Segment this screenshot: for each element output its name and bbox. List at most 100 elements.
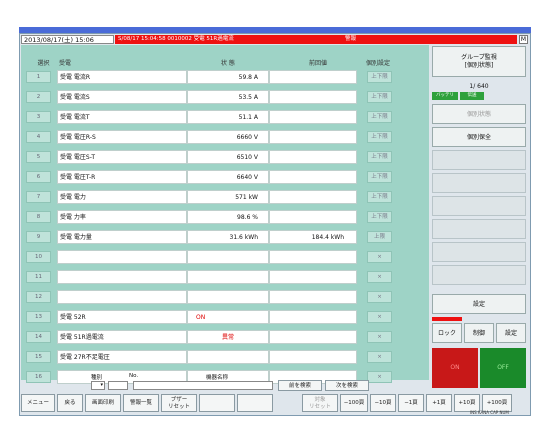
blank-slot (432, 242, 526, 262)
monitor-window: 2013/08/17(土) 15:06 S/08/17 15:04:58 001… (19, 33, 531, 416)
group-monitor-title[interactable]: グループ監視 [個別状態] (432, 46, 526, 77)
device-name-label: 機器名称 (206, 375, 229, 381)
type-select[interactable]: ▾ (91, 381, 105, 390)
table-row: 9 受電 電力量 31.6 kWh 184.4 kWh 上限 (26, 230, 429, 244)
select-button[interactable]: 3 (26, 111, 51, 123)
menu-button[interactable]: メニュー (21, 394, 55, 412)
individual-setting-button[interactable]: × (367, 271, 392, 283)
cell-name: 受電 力率 (57, 210, 187, 224)
cell-state: 6640 V (187, 170, 269, 184)
blank-button[interactable] (199, 394, 235, 412)
select-button[interactable]: 4 (26, 131, 51, 143)
cell-name: 受電 電流S (57, 90, 187, 104)
select-button[interactable]: 6 (26, 171, 51, 183)
select-button[interactable]: 1 (26, 71, 51, 83)
select-button[interactable]: 12 (26, 291, 51, 303)
blank-slot (432, 196, 526, 216)
individual-setting-button[interactable]: 上下限 (367, 131, 392, 143)
cell-name: 受電 電力 (57, 190, 187, 204)
cell-name: 受電 電圧R-S (57, 130, 187, 144)
cell-name: 受電 電流T (57, 110, 187, 124)
select-button[interactable]: 13 (26, 311, 51, 323)
group-title-line1: グループ監視 (461, 54, 497, 61)
print-screen-button[interactable]: 画面印刷 (85, 394, 121, 412)
target-label-2: リセット (308, 404, 331, 410)
cell-prev (269, 150, 357, 164)
individual-save-button[interactable]: 個別保全 (432, 127, 526, 147)
cell-state: 異常 (187, 330, 269, 344)
page-indicator: 1/ 640 (469, 83, 489, 90)
individual-setting-button[interactable]: 上限 (367, 231, 392, 243)
alarm-list-button[interactable]: 警報一覧 (123, 394, 159, 412)
header-individual: 個別設定 (366, 60, 391, 67)
cell-prev (269, 210, 357, 224)
individual-setting-button[interactable]: 上下限 (367, 151, 392, 163)
alarm-banner[interactable]: S/08/17 15:04:58 0010002 受電 51R過電流 警報 (115, 35, 517, 44)
battery-indicator: バッテリ (432, 92, 458, 100)
select-button[interactable]: 11 (26, 271, 51, 283)
target-reset-button[interactable]: 対象 リセット (302, 394, 338, 412)
blank-button[interactable] (237, 394, 273, 412)
status-bar: 2013/08/17(土) 15:06 S/08/17 15:04:58 001… (21, 35, 529, 44)
select-button[interactable]: 9 (26, 231, 51, 243)
table-row: 6 受電 電圧T-R 6640 V 上下限 (26, 170, 429, 184)
individual-setting-button[interactable]: × (367, 291, 392, 303)
select-button[interactable]: 8 (26, 211, 51, 223)
individual-setting-button[interactable]: 上下限 (367, 71, 392, 83)
alarm-label: 警報 (345, 36, 357, 42)
back-button[interactable]: 戻る (57, 394, 83, 412)
keyboard-status: INS KANA CAP NUM (470, 410, 509, 415)
alarm-message: S/08/17 15:04:58 0010002 受電 51R過電流 (118, 36, 234, 42)
blank-slot (432, 173, 526, 193)
individual-setting-button[interactable]: × (367, 251, 392, 263)
on-button[interactable]: ON (432, 348, 478, 388)
table-row: 14 受電 51R過電流 異常 × (26, 330, 429, 344)
cell-name: 受電 電流R (57, 70, 187, 84)
next-search-button[interactable]: 次を検索 (325, 380, 369, 391)
individual-setting-button[interactable]: × (367, 311, 392, 323)
individual-setting-button[interactable]: 上下限 (367, 111, 392, 123)
cell-state: 59.8 A (187, 70, 269, 84)
cell-prev: 184.4 kWh (269, 230, 357, 244)
select-button[interactable]: 14 (26, 331, 51, 343)
setting-button-2[interactable]: 設定 (496, 323, 526, 343)
buzzer-reset-button[interactable]: ブザー リセット (161, 394, 197, 412)
select-button[interactable]: 5 (26, 151, 51, 163)
minus-1-page-button[interactable]: −1頁 (398, 394, 424, 412)
individual-setting-button[interactable]: 上下限 (367, 211, 392, 223)
device-name-input[interactable] (133, 381, 273, 390)
individual-setting-button[interactable]: × (367, 351, 392, 363)
individual-state-button[interactable]: 個別状態 (432, 104, 526, 124)
control-button[interactable]: 制御 (464, 323, 494, 343)
comm-indicator: 伝送 (460, 92, 484, 100)
select-button[interactable]: 2 (26, 91, 51, 103)
lock-indicator-bar (432, 317, 462, 321)
individual-setting-button[interactable]: 上下限 (367, 171, 392, 183)
individual-setting-button[interactable]: 上下限 (367, 91, 392, 103)
prev-search-button[interactable]: 前を検索 (278, 380, 322, 391)
individual-setting-button[interactable]: × (367, 331, 392, 343)
cell-state: 53.5 A (187, 90, 269, 104)
select-button[interactable]: 10 (26, 251, 51, 263)
minus-100-page-button[interactable]: −100頁 (340, 394, 368, 412)
minus-10-page-button[interactable]: −10頁 (370, 394, 396, 412)
cell-prev (269, 270, 357, 284)
minimize-button[interactable]: M (519, 35, 528, 44)
select-button[interactable]: 7 (26, 191, 51, 203)
table-row: 2 受電 電流S 53.5 A 上下限 (26, 90, 429, 104)
table-row: 5 受電 電圧S-T 6510 V 上下限 (26, 150, 429, 164)
off-button[interactable]: OFF (480, 348, 526, 388)
select-button[interactable]: 15 (26, 351, 51, 363)
cell-state (187, 350, 269, 364)
bottom-toolbar: メニュー 戻る 画面印刷 警報一覧 ブザー リセット 対象 リセット −100頁… (21, 394, 529, 415)
table-row: 15 受電 27R不足電圧 × (26, 350, 429, 364)
search-bar: 種別 No. 機器名称 ▾ 前を検索 次を検索 (21, 373, 429, 392)
lock-button[interactable]: ロック (432, 323, 462, 343)
cell-state: ON (187, 310, 269, 324)
table-row: 10 × (26, 250, 429, 264)
settings-button[interactable]: 設定 (432, 294, 526, 314)
no-input[interactable] (108, 381, 128, 390)
header-name: 受電 (59, 60, 72, 67)
individual-setting-button[interactable]: 上下限 (367, 191, 392, 203)
plus-1-page-button[interactable]: +1頁 (426, 394, 452, 412)
